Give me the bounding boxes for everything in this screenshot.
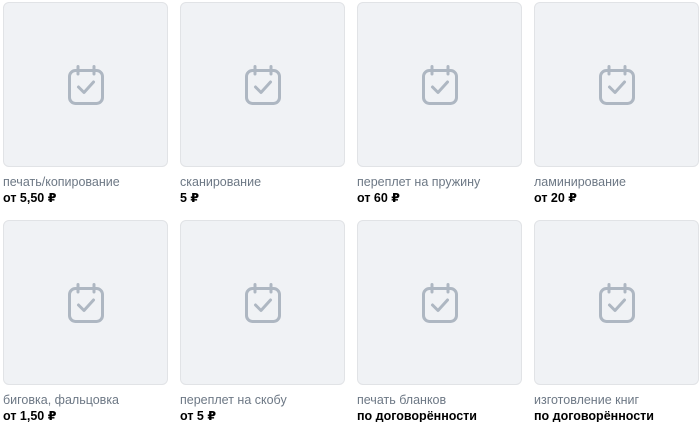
product-price: от 5 ₽: [180, 409, 217, 422]
product-card[interactable]: изготовление книг по договорённости: [534, 220, 699, 422]
calendar-check-icon: [67, 282, 104, 323]
product-image-placeholder[interactable]: [180, 220, 345, 385]
product-name[interactable]: биговка, фальцовка: [3, 392, 168, 408]
product-image-placeholder[interactable]: [357, 2, 522, 167]
product-image-placeholder[interactable]: [534, 2, 699, 167]
product-card[interactable]: печать/копирование от 5,50 ₽: [3, 2, 168, 206]
product-name[interactable]: печать/копирование: [3, 174, 168, 190]
product-price: по договорённости: [357, 409, 477, 422]
product-card[interactable]: переплет на пружину от 60 ₽: [357, 2, 522, 206]
product-name[interactable]: изготовление книг: [534, 392, 699, 408]
product-grid: печать/копирование от 5,50 ₽ сканировани…: [0, 0, 700, 422]
product-price: от 5,50 ₽: [3, 191, 57, 205]
product-image-placeholder[interactable]: [3, 2, 168, 167]
calendar-check-icon: [421, 64, 458, 105]
product-price: от 1,50 ₽: [3, 409, 57, 422]
product-name[interactable]: печать бланков: [357, 392, 522, 408]
calendar-check-icon: [244, 282, 281, 323]
product-image-placeholder[interactable]: [534, 220, 699, 385]
calendar-check-icon: [421, 282, 458, 323]
product-name[interactable]: переплет на скобу: [180, 392, 345, 408]
calendar-check-icon: [67, 64, 104, 105]
calendar-check-icon: [598, 282, 635, 323]
product-price: от 60 ₽: [357, 191, 400, 205]
product-image-placeholder[interactable]: [180, 2, 345, 167]
product-price: от 20 ₽: [534, 191, 577, 205]
product-image-placeholder[interactable]: [357, 220, 522, 385]
product-price: по договорённости: [534, 409, 654, 422]
product-image-placeholder[interactable]: [3, 220, 168, 385]
product-card[interactable]: ламинирование от 20 ₽: [534, 2, 699, 206]
product-name[interactable]: сканирование: [180, 174, 345, 190]
product-name[interactable]: ламинирование: [534, 174, 699, 190]
calendar-check-icon: [598, 64, 635, 105]
calendar-check-icon: [244, 64, 281, 105]
product-card[interactable]: переплет на скобу от 5 ₽: [180, 220, 345, 422]
product-card[interactable]: сканирование 5 ₽: [180, 2, 345, 206]
product-card[interactable]: биговка, фальцовка от 1,50 ₽: [3, 220, 168, 422]
product-price: 5 ₽: [180, 191, 200, 205]
product-name[interactable]: переплет на пружину: [357, 174, 522, 190]
product-card[interactable]: печать бланков по договорённости: [357, 220, 522, 422]
